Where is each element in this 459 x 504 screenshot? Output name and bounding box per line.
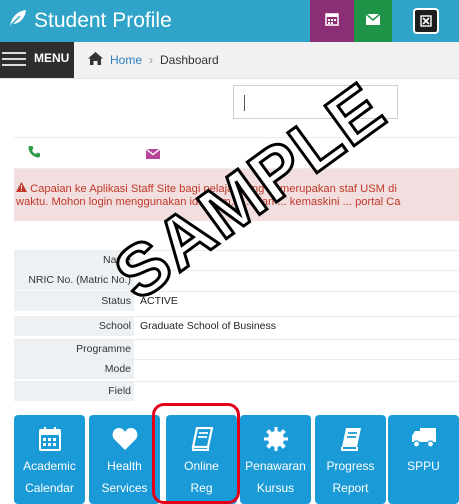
tile-label-line1: Penawaran — [245, 459, 306, 473]
app-brand[interactable]: Student Profile — [8, 6, 172, 36]
text-caret — [244, 95, 245, 111]
profile-row-nric: NRIC No. (Matric No.) — [14, 270, 459, 290]
profile-row-school: School Graduate School of Business — [14, 316, 459, 336]
tile-label-line1: Academic — [23, 459, 76, 473]
warning-icon — [16, 182, 30, 195]
name-label: Name — [14, 251, 134, 270]
tile-penawaran-kursus[interactable]: Penawaran Kursus — [240, 415, 311, 504]
tile-label-line1: SPPU — [407, 459, 440, 473]
tile-sppu[interactable]: SPPU — [388, 415, 459, 504]
breadcrumb-current: Dashboard — [160, 53, 219, 67]
gear-icon — [240, 427, 311, 453]
envelope-icon — [365, 12, 381, 30]
profile-row-mode: Mode — [14, 359, 459, 379]
close-button[interactable] — [408, 0, 444, 42]
school-value: Graduate School of Business — [140, 320, 276, 332]
tile-label-line2: Reg — [190, 481, 213, 495]
mail-button[interactable] — [354, 0, 392, 42]
school-label: School — [14, 317, 134, 336]
breadcrumb-bar: MENU Home › Dashboard — [0, 42, 459, 79]
top-bar: Student Profile — [0, 0, 459, 42]
tile-academic-calendar[interactable]: Academic Calendar — [14, 415, 85, 504]
breadcrumb: Home › Dashboard — [88, 52, 219, 68]
profile-row-field: Field — [14, 381, 459, 401]
book-icon — [315, 427, 386, 453]
status-label: Status — [14, 292, 134, 311]
calendar-icon — [325, 12, 339, 31]
close-icon — [413, 8, 439, 34]
breadcrumb-home-link[interactable]: Home — [110, 53, 142, 67]
calendar-button[interactable] — [310, 0, 354, 42]
tile-label-line1: Online — [184, 459, 219, 473]
home-icon[interactable] — [88, 52, 103, 68]
tile-progress-report[interactable]: Progress Report — [315, 415, 386, 504]
hamburger-icon — [2, 52, 26, 67]
phone-icon — [28, 145, 41, 163]
menu-button[interactable]: MENU — [0, 42, 74, 78]
nric-label: NRIC No. (Matric No.) — [14, 271, 134, 290]
shortcut-tiles: Academic Calendar Health Services Online… — [14, 415, 459, 504]
programme-label: Programme — [14, 340, 134, 359]
staff-site-alert: Capaian ke Aplikasi Staff Site bagi pela… — [14, 169, 459, 221]
heart-icon — [89, 427, 160, 453]
tile-health-services[interactable]: Health Services — [89, 415, 160, 504]
tile-label-line1: Progress — [326, 459, 375, 473]
tile-label-line2: Calendar — [25, 481, 74, 495]
tile-label-line2: Kursus — [256, 481, 295, 495]
tile-label-line2: Services — [101, 481, 148, 495]
search-input[interactable] — [233, 85, 398, 119]
status-value: ACTIVE — [140, 295, 178, 307]
book-icon — [166, 427, 237, 453]
menu-label: MENU — [34, 51, 70, 65]
tile-label-line2: Report — [332, 481, 369, 495]
leaf-icon — [8, 8, 34, 34]
alert-text-line1: Capaian ke Aplikasi Staff Site bagi pela… — [30, 183, 397, 195]
tile-label-line1: Health — [107, 459, 142, 473]
field-label: Field — [14, 382, 134, 401]
calendar-icon — [14, 427, 85, 453]
app-title: Student Profile — [34, 9, 172, 32]
truck-icon — [388, 427, 459, 453]
profile-row-status: Status ACTIVE — [14, 291, 459, 311]
profile-row-name: Name — [14, 250, 459, 270]
tile-online-reg[interactable]: Online Reg — [166, 415, 237, 504]
student-profile-table: Name NRIC No. (Matric No.) Status ACTIVE… — [14, 246, 459, 406]
alert-text-line2: waktu. Mohon login menggunakan id@usm.m.… — [16, 196, 401, 208]
mode-label: Mode — [14, 360, 134, 379]
profile-row-programme: Programme — [14, 339, 459, 359]
breadcrumb-separator: › — [149, 53, 154, 67]
email-icon — [145, 146, 161, 164]
contact-row — [14, 137, 459, 169]
